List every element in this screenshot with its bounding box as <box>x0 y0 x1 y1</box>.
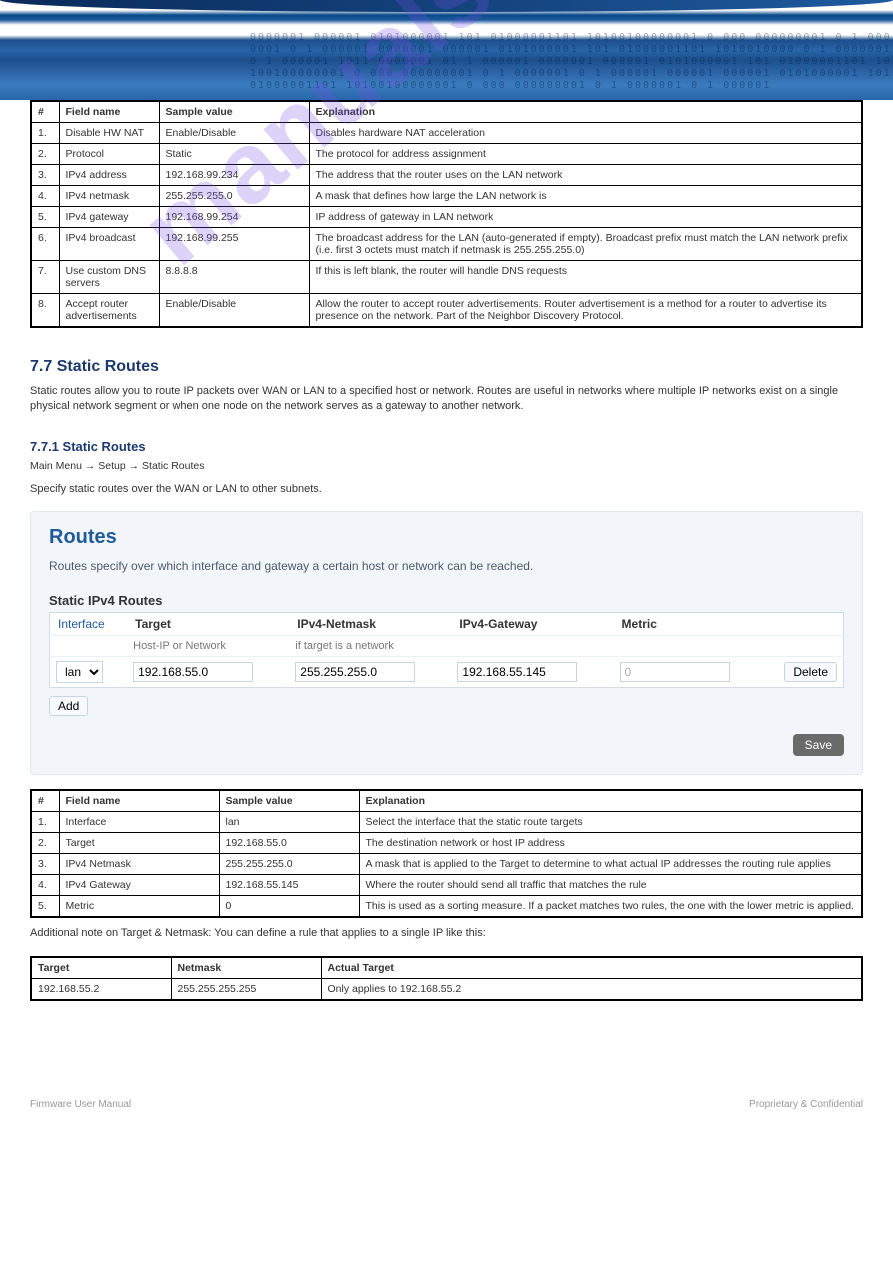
table-row: 5.IPv4 gateway192.168.99.254IP address o… <box>31 207 862 228</box>
footer-right: Proprietary & Confidential <box>749 1099 863 1110</box>
col-metric: Metric <box>614 613 764 636</box>
routes-fields-table: # Field name Sample value Explanation 1.… <box>30 789 863 918</box>
route-row: lan Delete <box>50 657 844 688</box>
table-row: 2.ProtocolStaticThe protocol for address… <box>31 144 862 165</box>
table-row: 4.IPv4 Gateway192.168.55.145Where the ro… <box>31 875 862 896</box>
breadcrumb: Main Menu → Setup → Static Routes <box>30 460 863 472</box>
section-heading: 7.7 Static Routes <box>30 358 863 376</box>
col-gateway: IPv4-Gateway <box>451 613 613 636</box>
panel-section-title: Static IPv4 Routes <box>49 593 844 608</box>
target-input[interactable] <box>133 662 253 682</box>
table-row: 3.IPv4 Netmask255.255.255.0A mask that i… <box>31 854 862 875</box>
table-row: 3.IPv4 address192.168.99.234The address … <box>31 165 862 186</box>
table-row: 2.Target192.168.55.0The destination netw… <box>31 833 862 854</box>
interface-select[interactable]: lan <box>56 661 103 683</box>
col-target: Target <box>31 957 171 979</box>
routes-grid: Interface Target IPv4-Netmask IPv4-Gatew… <box>49 612 844 688</box>
single-ip-example-table: Target Netmask Actual Target 192.168.55.… <box>30 956 863 1001</box>
hint-target: Host-IP or Network <box>127 636 289 657</box>
col-sample: Sample value <box>219 790 359 812</box>
panel-title: Routes <box>49 526 844 549</box>
netmask-input[interactable] <box>295 662 415 682</box>
col-sample: Sample value <box>159 101 309 123</box>
table-row: 1.Disable HW NATEnable/DisableDisables h… <box>31 123 862 144</box>
col-field: Field name <box>59 790 219 812</box>
banner-bits-decor: 0000001 000001 0101000001 101 0100000110… <box>250 32 893 92</box>
table-row: 1.InterfacelanSelect the interface that … <box>31 812 862 833</box>
table-row: 7.Use custom DNS servers8.8.8.8If this i… <box>31 261 862 294</box>
col-netmask: IPv4-Netmask <box>289 613 451 636</box>
col-expl: Explanation <box>309 101 862 123</box>
col-actual: Actual Target <box>321 957 862 979</box>
table-row: 5.Metric0This is used as a sorting measu… <box>31 896 862 918</box>
lan-fields-table: # Field name Sample value Explanation 1.… <box>30 100 863 328</box>
delete-button[interactable]: Delete <box>784 662 837 682</box>
subsection-heading: 7.7.1 Static Routes <box>30 439 863 454</box>
table-row: 6.IPv4 broadcast192.168.99.255The broadc… <box>31 228 862 261</box>
hint-netmask: if target is a network <box>289 636 451 657</box>
table-row: 192.168.55.2 255.255.255.255 Only applie… <box>31 978 862 1000</box>
col-num: # <box>31 790 59 812</box>
save-button[interactable]: Save <box>793 734 844 756</box>
col-num: # <box>31 101 59 123</box>
add-button[interactable]: Add <box>49 696 88 716</box>
metric-input[interactable] <box>620 662 730 682</box>
footer-left: Firmware User Manual <box>30 1099 131 1110</box>
page-footer: Firmware User Manual Proprietary & Confi… <box>30 1099 863 1110</box>
table-row: 4.IPv4 netmask255.255.255.0A mask that d… <box>31 186 862 207</box>
col-field: Field name <box>59 101 159 123</box>
subsection-desc: Specify static routes over the WAN or LA… <box>30 482 863 497</box>
table3-intro: Additional note on Target & Netmask: You… <box>30 926 863 941</box>
col-interface: Interface <box>50 613 128 636</box>
routes-screenshot-panel: Routes Routes specify over which interfa… <box>30 511 863 775</box>
col-target: Target <box>127 613 289 636</box>
panel-subtitle: Routes specify over which interface and … <box>49 559 844 573</box>
col-mask: Netmask <box>171 957 321 979</box>
header-banner: 0000001 000001 0101000001 101 0100000110… <box>0 0 893 100</box>
table-row: 8.Accept router advertisementsEnable/Dis… <box>31 294 862 328</box>
col-expl: Explanation <box>359 790 862 812</box>
gateway-input[interactable] <box>457 662 577 682</box>
section-intro: Static routes allow you to route IP pack… <box>30 384 863 415</box>
